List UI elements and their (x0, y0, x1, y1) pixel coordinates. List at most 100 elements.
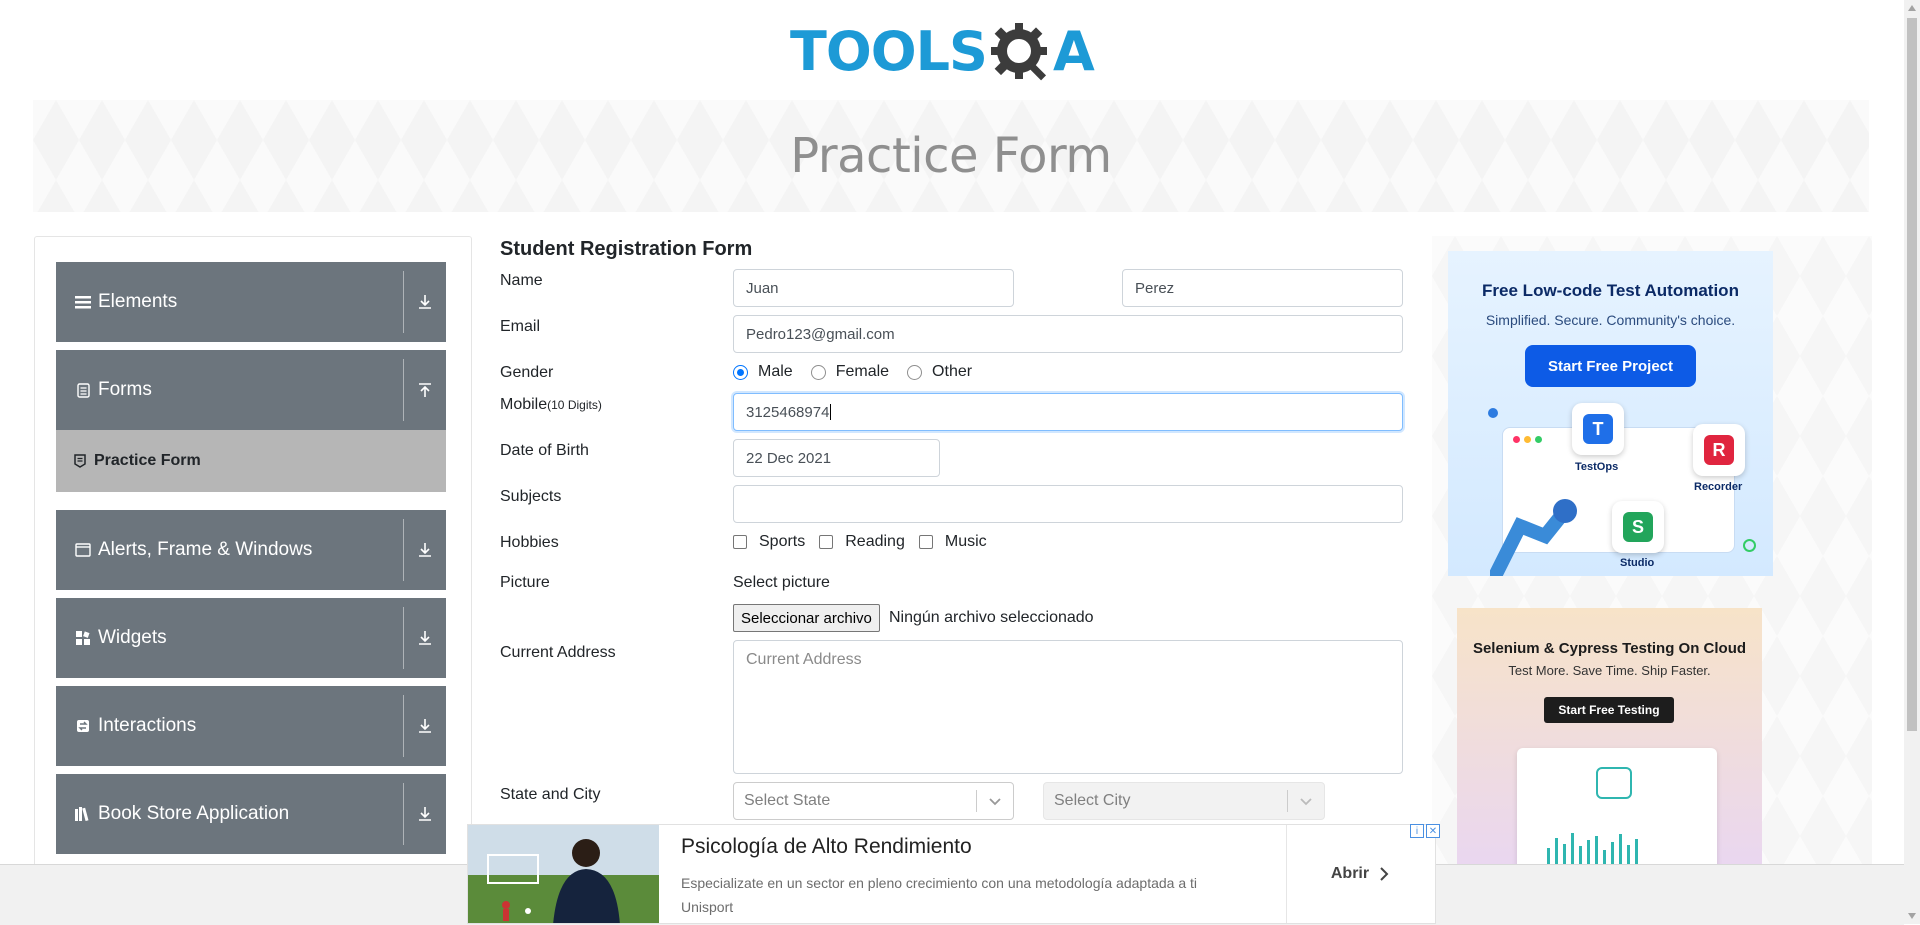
interactions-icon (74, 717, 92, 735)
recorder-icon: R (1693, 424, 1745, 476)
state-city-label: State and City (500, 786, 601, 803)
sidebar-item-practice-form[interactable]: Practice Form (56, 430, 446, 492)
checkbox[interactable] (819, 535, 834, 549)
left-sidebar: Elements Forms Practice Form Alerts, Fra… (34, 236, 472, 877)
mobile-label: Mobile(10 Digits) (500, 396, 602, 414)
sidebar-group-book-store[interactable]: Book Store Application (56, 774, 446, 854)
dot-icon (1488, 408, 1498, 418)
subjects-input[interactable] (733, 485, 1403, 523)
chevron-down-icon[interactable] (1288, 796, 1324, 806)
ad-advertiser: Unisport (681, 899, 734, 915)
ad-open-label: Abrir (1330, 865, 1370, 882)
dob-label: Date of Birth (500, 442, 589, 459)
ad-text: Psicología de Alto Rendimiento Especiali… (659, 825, 1286, 923)
gender-option-male[interactable]: Male (733, 363, 793, 381)
app-caption: TestOps (1575, 461, 1619, 473)
bar-graph-icon (1547, 767, 1638, 866)
sidebar-group-label: Forms (98, 379, 152, 400)
current-address-textarea[interactable]: Current Address (733, 640, 1403, 774)
last-name-input[interactable]: Perez (1122, 269, 1403, 307)
radio-button[interactable] (733, 364, 748, 380)
hamburger-icon (74, 293, 92, 311)
scrollbar-thumb[interactable] (1907, 18, 1917, 731)
email-label: Email (500, 318, 541, 335)
dot-icon (1535, 436, 1542, 443)
download-arrow-icon[interactable] (404, 630, 446, 646)
checkbox[interactable] (918, 535, 933, 549)
sidebar-group-forms[interactable]: Forms (56, 350, 446, 430)
page-title: Practice Form (790, 128, 1112, 184)
checkbox-label: Reading (845, 533, 905, 550)
select-picture-label: Select picture (733, 574, 830, 591)
robot-arm-icon (1490, 499, 1577, 576)
first-name-input[interactable]: Juan (733, 269, 1014, 307)
upload-arrow-icon[interactable] (404, 382, 446, 398)
scroll-up-arrow-icon[interactable] (1904, 0, 1920, 16)
dot-icon (1743, 539, 1756, 552)
ad-katalon[interactable]: Free Low-code Test Automation Simplified… (1448, 251, 1773, 576)
hobby-option-reading[interactable]: Reading (819, 533, 905, 551)
chevron-down-icon[interactable] (977, 796, 1013, 806)
toolsqa-logo[interactable]: TOOLS A (790, 14, 1095, 90)
download-arrow-icon[interactable] (404, 718, 446, 734)
choose-file-button[interactable]: Seleccionar archivo (733, 604, 880, 632)
page-banner: Practice Form (33, 100, 1869, 212)
gender-option-female[interactable]: Female (810, 363, 889, 381)
picture-label: Picture (500, 574, 550, 591)
mobile-label-text: Mobile (500, 396, 548, 413)
ad-description: Especializate en un sector en pleno crec… (681, 871, 1251, 919)
sidebar-group-label: Alerts, Frame & Windows (98, 539, 313, 560)
sidebar-group-alerts[interactable]: Alerts, Frame & Windows (56, 510, 446, 590)
download-arrow-icon[interactable] (404, 806, 446, 822)
state-select[interactable]: Select State (733, 782, 1014, 820)
studio-icon: S (1612, 501, 1664, 553)
sidebar-group-label: Widgets (98, 627, 167, 648)
bottom-banner-ad[interactable]: Psicología de Alto Rendimiento Especiali… (467, 824, 1436, 924)
ad-choices[interactable]: i ✕ (1410, 824, 1440, 840)
dot-icon (1513, 436, 1520, 443)
hobby-option-music[interactable]: Music (918, 533, 987, 551)
sidebar-group-label: Book Store Application (98, 803, 290, 824)
info-icon[interactable]: i (1410, 824, 1424, 838)
sidebar-group-elements[interactable]: Elements (56, 262, 446, 342)
download-arrow-icon[interactable] (404, 542, 446, 558)
mobile-value: 3125468974 (746, 403, 830, 421)
form-icon (74, 454, 88, 468)
ad-cta-button[interactable]: Start Free Testing (1544, 697, 1674, 723)
gender-option-other[interactable]: Other (907, 363, 972, 381)
scroll-down-arrow-icon[interactable] (1904, 908, 1920, 924)
hobby-option-sports[interactable]: Sports (733, 533, 805, 551)
checkbox[interactable] (733, 535, 747, 549)
download-arrow-icon[interactable] (404, 294, 446, 310)
sidebar-group-label: Elements (98, 291, 178, 312)
dob-input[interactable]: 22 Dec 2021 (733, 439, 940, 477)
city-select[interactable]: Select City (1043, 782, 1325, 820)
logo-text: TOOLS (790, 20, 988, 83)
city-select-placeholder: Select City (1054, 792, 1131, 809)
ad-subtitle: Simplified. Secure. Community's choice. (1485, 312, 1736, 328)
sidebar-group-interactions[interactable]: Interactions (56, 686, 446, 766)
radio-button[interactable] (907, 364, 923, 380)
form-title: Student Registration Form (500, 238, 753, 260)
dot-icon (1524, 436, 1531, 443)
subjects-label: Subjects (500, 488, 562, 505)
gear-magnifier-icon (990, 23, 1047, 81)
state-select-placeholder: Select State (744, 792, 831, 809)
ad-photo (468, 825, 659, 923)
close-icon[interactable]: ✕ (1426, 824, 1440, 838)
ad-cta-button[interactable]: Start Free Project (1525, 345, 1696, 387)
mobile-input[interactable]: 3125468974 (733, 393, 1403, 431)
window-icon (74, 541, 92, 559)
testops-icon: T (1572, 403, 1624, 455)
name-label: Name (500, 272, 543, 289)
sidebar-item-label: Practice Form (94, 452, 201, 469)
widgets-icon (74, 629, 92, 647)
books-icon (74, 805, 92, 823)
email-input[interactable]: Pedro123@gmail.com (733, 315, 1403, 353)
ad-lambdatest[interactable]: Selenium & Cypress Testing On Cloud Test… (1457, 608, 1762, 878)
sidebar-group-widgets[interactable]: Widgets (56, 598, 446, 678)
ad-title: Psicología de Alto Rendimiento (681, 835, 972, 858)
radio-button[interactable] (810, 364, 826, 380)
ad-subtitle: Test More. Save Time. Ship Faster. (1508, 663, 1711, 678)
hobbies-checkbox-group: Sports Reading Music (733, 533, 1005, 551)
